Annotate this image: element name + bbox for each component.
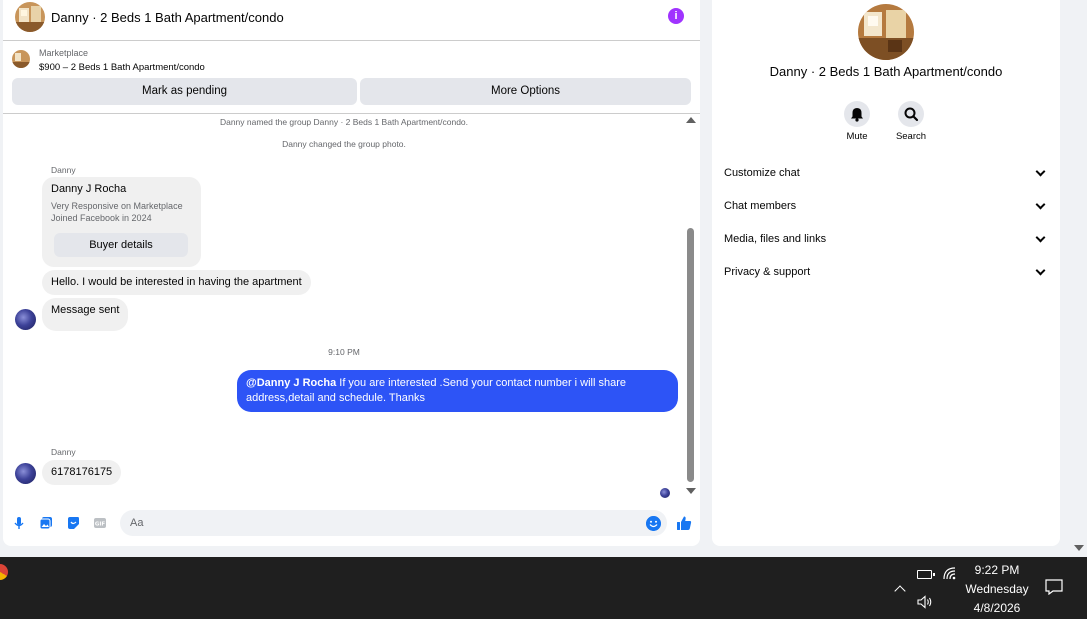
chevron-down-icon [1035, 265, 1046, 276]
section-privacy-support[interactable]: Privacy & support [712, 256, 1060, 289]
listing-title[interactable]: $900 – 2 Beds 1 Bath Apartment/condo [39, 62, 205, 73]
wifi-icon[interactable] [943, 567, 957, 581]
sticker-icon[interactable] [66, 516, 80, 530]
seen-indicator [660, 488, 670, 498]
section-label: Chat members [724, 200, 797, 212]
battery-icon[interactable] [917, 570, 935, 579]
search-action[interactable]: Search [891, 101, 931, 142]
buyer-details-button[interactable]: Buyer details [54, 233, 188, 257]
section-customize-chat[interactable]: Customize chat [712, 157, 1060, 190]
buyer-name: Danny J Rocha [51, 183, 127, 195]
sender-avatar[interactable] [15, 309, 36, 330]
incoming-message[interactable]: 6178176175 [42, 460, 122, 485]
clock-time: 9:22 PM [974, 563, 1020, 577]
sender-avatar[interactable] [15, 463, 36, 484]
mark-as-pending-button[interactable]: Mark as pending [12, 78, 357, 105]
section-label: Privacy & support [724, 266, 811, 278]
chrome-icon[interactable] [0, 564, 8, 580]
thumbs-up-icon[interactable] [676, 515, 692, 531]
message-list: Danny named the group Danny · 2 Beds 1 B… [3, 115, 700, 505]
search-circle [898, 101, 924, 127]
info-icon[interactable]: i [668, 8, 684, 24]
notification-icon[interactable] [1045, 579, 1063, 595]
clock-date: 4/8/2026 [973, 601, 1021, 615]
sender-name: Danny [51, 165, 76, 175]
taskbar: 9:22 PM Wednesday 4/8/2026 [0, 557, 1087, 619]
composer: GIF [3, 508, 700, 540]
page-scroll-down-icon[interactable] [1074, 545, 1084, 551]
chevron-down-icon [1035, 199, 1046, 210]
search-icon [904, 107, 919, 122]
mute-circle [844, 101, 870, 127]
section-label: Customize chat [724, 167, 800, 179]
chat-panel: Danny · 2 Beds 1 Bath Apartment/condo i … [3, 0, 700, 546]
mute-label: Mute [846, 131, 868, 142]
clock-day: Wednesday [965, 582, 1029, 596]
system-message: Danny named the group Danny · 2 Beds 1 B… [219, 117, 469, 127]
outgoing-message[interactable]: @Danny J Rocha If you are interested .Se… [237, 370, 678, 412]
marketplace-label: Marketplace [39, 48, 89, 58]
search-label: Search [895, 131, 927, 142]
photo-icon[interactable] [39, 516, 53, 530]
section-chat-members[interactable]: Chat members [712, 190, 1060, 223]
system-clock[interactable]: 9:22 PM Wednesday 4/8/2026 [962, 561, 1032, 618]
tray-expand-icon[interactable] [894, 585, 906, 597]
marketplace-card: Marketplace $900 – 2 Beds 1 Bath Apartme… [3, 41, 700, 114]
message-input[interactable] [120, 510, 667, 536]
incoming-message[interactable]: Message sent [42, 298, 129, 331]
chevron-down-icon [1035, 166, 1046, 177]
buyer-card: Danny J Rocha Very Responsive on Marketp… [42, 177, 201, 267]
section-label: Media, files and links [724, 233, 827, 245]
scroll-down-arrow-icon[interactable] [686, 488, 696, 494]
listing-thumbnail[interactable] [12, 50, 30, 68]
system-message: Danny changed the group photo. [282, 139, 406, 149]
emoji-icon[interactable] [646, 516, 661, 531]
chat-title[interactable]: Danny · 2 Beds 1 Bath Apartment/condo [51, 10, 284, 25]
volume-icon[interactable] [917, 595, 933, 609]
mention[interactable]: @Danny J Rocha [246, 377, 336, 389]
chevron-down-icon [1035, 232, 1046, 243]
time-divider: 9:10 PM [328, 347, 360, 357]
gif-icon[interactable]: GIF [93, 516, 107, 530]
mute-action[interactable]: Mute [837, 101, 877, 142]
info-title: Danny · 2 Beds 1 Bath Apartment/condo [769, 64, 1003, 79]
buyer-joined: Joined Facebook in 2024 [51, 213, 152, 223]
info-panel: Danny · 2 Beds 1 Bath Apartment/condo Mu… [712, 0, 1060, 546]
scroll-up-arrow-icon[interactable] [686, 117, 696, 123]
group-avatar[interactable] [15, 2, 45, 32]
incoming-message[interactable]: Hello. I would be interested in having t… [42, 270, 311, 295]
scroll-thumb[interactable] [687, 228, 694, 482]
microphone-icon[interactable] [12, 516, 26, 530]
sender-name: Danny [51, 447, 76, 457]
chat-scrollbar[interactable] [686, 117, 696, 497]
svg-text:GIF: GIF [95, 522, 106, 528]
buyer-responsive: Very Responsive on Marketplace [51, 201, 183, 211]
bell-icon [851, 108, 863, 122]
more-options-button[interactable]: More Options [360, 78, 691, 105]
group-photo[interactable] [858, 4, 914, 60]
section-media-files-links[interactable]: Media, files and links [712, 223, 1060, 256]
chat-header: Danny · 2 Beds 1 Bath Apartment/condo i [3, 0, 700, 41]
